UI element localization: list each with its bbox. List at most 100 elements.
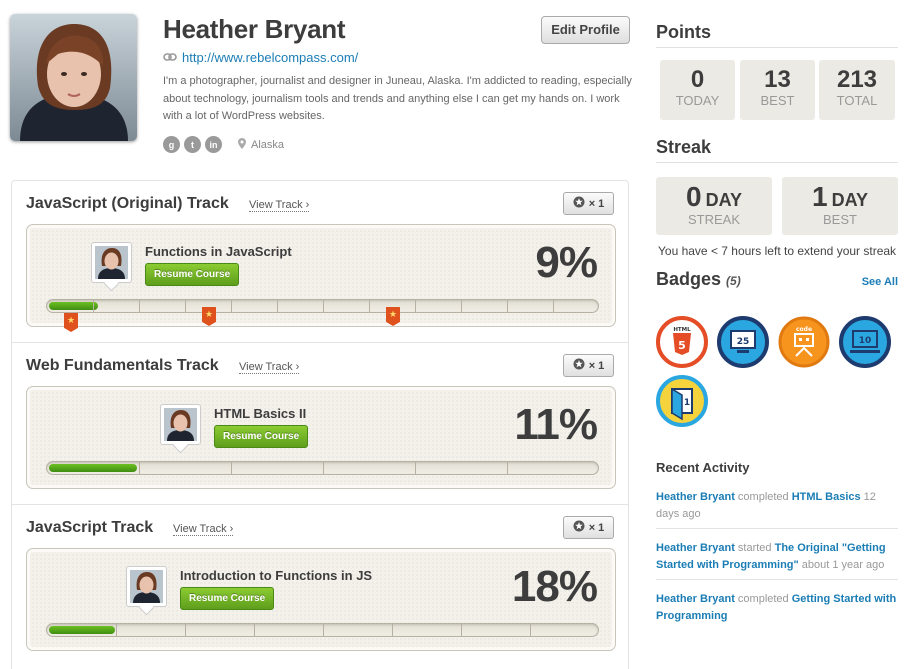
resume-course-button[interactable]: Resume Course: [180, 587, 275, 610]
activity-verb: completed: [734, 491, 792, 503]
course-card: HTML Basics II Resume Course 11%: [26, 386, 616, 489]
progress-segment: [415, 300, 416, 312]
activity-target-link[interactable]: HTML Basics: [792, 491, 861, 503]
course-card: Introduction to Functions in JS Resume C…: [26, 548, 616, 651]
progress-segment: [553, 300, 554, 312]
streak-heading: Streak: [656, 137, 898, 163]
track-javascript: JavaScript Track View Track › × 1 Introd…: [12, 505, 628, 667]
streak-best: 1 DAY BEST: [782, 177, 898, 235]
track-percent: 9%: [535, 238, 598, 287]
link-icon: [163, 50, 177, 65]
track-javascript-original: JavaScript (Original) Track View Track ›…: [12, 181, 628, 343]
track-title: Web Fundamentals Track: [26, 357, 219, 374]
streak-best-value: 1: [812, 181, 828, 212]
star-count-button[interactable]: × 1: [563, 192, 614, 215]
recent-activity-heading: Recent Activity: [656, 460, 750, 475]
google-icon[interactable]: g: [163, 136, 180, 153]
activity-user-link[interactable]: Heather Bryant: [656, 542, 735, 554]
activity-item: Heather Bryant started The Original "Get…: [656, 540, 898, 580]
points-heading: Points: [656, 22, 898, 48]
profile-url-text[interactable]: http://www.rebelcompass.com/: [182, 50, 358, 65]
code-robot-badge-icon[interactable]: code: [778, 316, 830, 368]
linkedin-icon[interactable]: in: [205, 136, 222, 153]
points-total-label: TOTAL: [836, 93, 878, 108]
location: Alaska: [238, 137, 285, 152]
progress-segment: [323, 624, 324, 636]
view-track-link[interactable]: View Track ›: [173, 523, 234, 536]
progress-segment: [323, 300, 324, 312]
activity-time: about 1 year ago: [798, 558, 885, 571]
star-icon: [573, 358, 585, 373]
track-percent: 11%: [514, 400, 598, 449]
points-total-value: 213: [836, 66, 878, 93]
progress-segment: [139, 300, 140, 312]
track-percent: 18%: [511, 562, 598, 611]
progress-segment: [323, 462, 324, 474]
points-best-label: BEST: [760, 93, 795, 108]
first-lesson-badge-icon[interactable]: 1: [656, 375, 708, 427]
resume-course-button[interactable]: Resume Course: [145, 263, 240, 286]
html5-badge-icon[interactable]: HTML 5: [656, 316, 708, 368]
profile-name: Heather Bryant: [163, 14, 346, 44]
streak-current-unit: DAY: [705, 190, 742, 210]
location-text: Alaska: [251, 138, 285, 151]
progress-segment: [507, 462, 508, 474]
milestone-flag-icon: ★: [202, 307, 216, 326]
track-web-fundamentals: Web Fundamentals Track View Track › × 1 …: [12, 343, 628, 505]
points-total: 213 TOTAL: [819, 60, 895, 120]
points-today: 0 TODAY: [660, 60, 735, 120]
activity-user-link[interactable]: Heather Bryant: [656, 491, 735, 503]
streak-note: You have < 7 hours left to extend your s…: [658, 244, 897, 258]
progress-segment: [415, 462, 416, 474]
svg-text:1: 1: [684, 398, 690, 408]
25-lessons-badge-icon[interactable]: 25: [717, 316, 769, 368]
star-count-value: × 1: [588, 197, 605, 210]
track-progress-fill: [49, 302, 98, 310]
streak-current: 0 DAY STREAK: [656, 177, 772, 235]
map-pin-icon: [238, 137, 246, 152]
activity-user-link[interactable]: Heather Bryant: [656, 593, 735, 605]
progress-segment: [461, 624, 462, 636]
progress-segment: [231, 462, 232, 474]
progress-segment: [231, 300, 232, 312]
svg-text:code: code: [796, 326, 812, 333]
star-count-button[interactable]: × 1: [563, 354, 614, 377]
activity-verb: completed: [734, 593, 792, 605]
streak-current-value: 0: [686, 181, 702, 212]
track-progress-fill: [49, 626, 115, 634]
streak-best-unit: DAY: [831, 190, 868, 210]
star-icon: [573, 196, 585, 211]
profile-avatar: [10, 14, 137, 141]
progress-segment: [185, 300, 186, 312]
progress-segment: [461, 300, 462, 312]
resume-course-button[interactable]: Resume Course: [214, 425, 309, 448]
10-lessons-badge-icon[interactable]: 10: [839, 316, 891, 368]
activity-verb: started: [734, 542, 775, 554]
track-progress-bar: [46, 461, 599, 475]
twitter-icon[interactable]: t: [184, 136, 201, 153]
view-track-link[interactable]: View Track ›: [249, 199, 310, 212]
star-count-button[interactable]: × 1: [563, 516, 614, 539]
badges-title: Badges: [656, 269, 722, 289]
track-title: JavaScript Track: [26, 519, 154, 536]
badges-count: (5): [726, 274, 741, 288]
edit-profile-button[interactable]: Edit Profile: [541, 16, 630, 44]
svg-text:HTML: HTML: [673, 327, 691, 333]
star-count-value: × 1: [588, 521, 605, 534]
points-today-value: 0: [690, 66, 705, 93]
social-links: g t in Alaska: [163, 136, 284, 153]
points-today-label: TODAY: [675, 93, 720, 108]
profile-bio: I'm a photographer, journalist and desig…: [163, 75, 632, 122]
activity-item: Heather Bryant completed Getting Started…: [656, 591, 898, 630]
track-progress-fill: [49, 464, 137, 472]
tracks-panel: JavaScript (Original) Track View Track ›…: [11, 180, 629, 669]
view-track-link[interactable]: View Track ›: [239, 361, 300, 374]
course-card: Functions in JavaScript Resume Course 9%…: [26, 224, 616, 332]
course-avatar: [160, 404, 201, 445]
star-icon: [573, 520, 585, 535]
see-all-badges-link[interactable]: See All: [862, 276, 898, 288]
profile-url[interactable]: http://www.rebelcompass.com/: [163, 50, 358, 65]
progress-segment: [392, 624, 393, 636]
points-best-value: 13: [764, 66, 791, 93]
progress-segment: [369, 300, 370, 312]
